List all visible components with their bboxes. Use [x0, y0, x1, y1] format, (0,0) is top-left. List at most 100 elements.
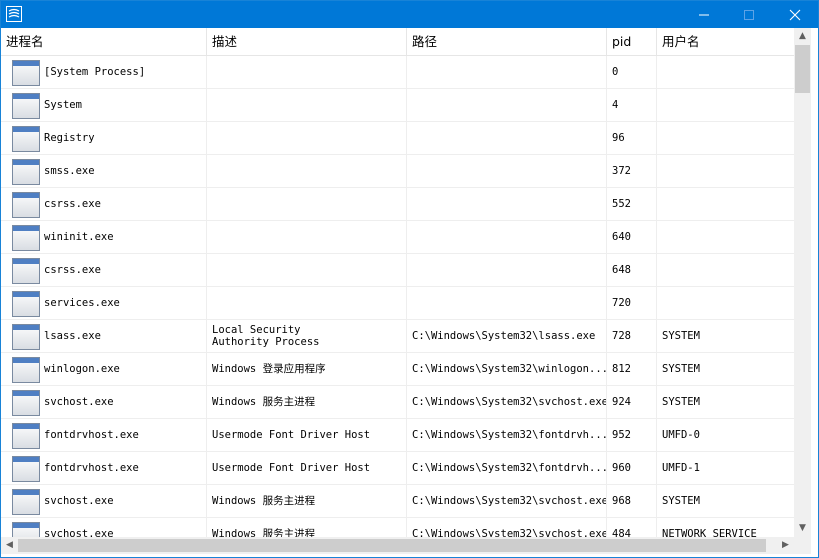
cell-pid: 372	[607, 155, 657, 187]
cell-process-name-text: lsass.exe	[44, 330, 101, 342]
cell-process-name-text: csrss.exe	[44, 264, 101, 276]
cell-description-text: Windows 服务主进程	[212, 528, 316, 537]
cell-description	[207, 188, 407, 220]
cell-process-name: winlogon.exe	[1, 353, 207, 385]
table-row[interactable]: csrss.exe 552	[1, 188, 794, 221]
process-icon	[12, 390, 40, 416]
process-manager-window: 进程名 描述 路径 pid 用户名 [System Process] 0 Syste…	[0, 0, 819, 558]
cell-process-name: lsass.exe	[1, 320, 207, 352]
cell-user	[657, 287, 794, 319]
cell-path	[407, 155, 607, 187]
cell-user: SYSTEM	[657, 485, 794, 517]
cell-pid: 728	[607, 320, 657, 352]
cell-path: C:\Windows\System32\fontdrvh...	[407, 419, 607, 451]
cell-pid: 720	[607, 287, 657, 319]
table-row[interactable]: svchost.exe Windows 服务主进程 C:\Windows\Syste…	[1, 485, 794, 518]
scroll-left-icon[interactable]: ◀	[1, 537, 18, 554]
cell-process-name: wininit.exe	[1, 221, 207, 253]
cell-process-name: fontdrvhost.exe	[1, 452, 207, 484]
cell-process-name: csrss.exe	[1, 254, 207, 286]
table-row[interactable]: fontdrvhost.exe Usermode Font Driver Host…	[1, 419, 794, 452]
process-icon	[12, 324, 40, 350]
app-icon	[6, 6, 22, 22]
column-header-pid[interactable]: pid	[607, 28, 657, 55]
cell-path-text: C:\Windows\System32\winlogon...	[412, 363, 607, 375]
table-row[interactable]: Registry 96	[1, 122, 794, 155]
table-row[interactable]: winlogon.exe Windows 登录应用程序 C:\Windows\Sys…	[1, 353, 794, 386]
table-row[interactable]: lsass.exe Local Security Authority Proces…	[1, 320, 794, 353]
table-row[interactable]: [System Process] 0	[1, 56, 794, 89]
table-row[interactable]: csrss.exe 648	[1, 254, 794, 287]
cell-path: C:\Windows\System32\svchost.exe	[407, 518, 607, 537]
process-icon	[12, 423, 40, 449]
cell-user	[657, 221, 794, 253]
cell-pid-text: 952	[612, 429, 631, 441]
cell-process-name: svchost.exe	[1, 518, 207, 537]
maximize-icon	[744, 10, 754, 20]
cell-pid-text: 960	[612, 462, 631, 474]
cell-pid-text: 96	[612, 132, 625, 144]
cell-pid-text: 552	[612, 198, 631, 210]
column-header-description[interactable]: 描述	[207, 28, 407, 55]
horizontal-scroll-thumb[interactable]	[18, 539, 766, 552]
cell-user	[657, 254, 794, 286]
cell-user: SYSTEM	[657, 320, 794, 352]
cell-description: Usermode Font Driver Host	[207, 452, 407, 484]
cell-path	[407, 56, 607, 88]
cell-process-name: System	[1, 89, 207, 121]
maximize-button[interactable]	[726, 1, 772, 28]
table-row[interactable]: wininit.exe 640	[1, 221, 794, 254]
scroll-down-icon[interactable]: ▼	[794, 520, 811, 537]
cell-user-text: SYSTEM	[662, 396, 700, 408]
horizontal-scrollbar[interactable]: ◀ ▶	[1, 537, 794, 554]
cell-description: Windows 服务主进程	[207, 518, 407, 537]
column-header-process-name[interactable]: 进程名	[1, 28, 207, 55]
process-icon	[12, 93, 40, 119]
process-icon	[12, 357, 40, 383]
minimize-icon	[699, 14, 709, 16]
cell-description	[207, 254, 407, 286]
cell-path-text: C:\Windows\System32\fontdrvh...	[412, 429, 607, 441]
cell-pid: 812	[607, 353, 657, 385]
process-icon	[12, 159, 40, 185]
table-row[interactable]: System 4	[1, 89, 794, 122]
cell-pid: 960	[607, 452, 657, 484]
title-bar[interactable]	[1, 1, 818, 28]
cell-process-name: fontdrvhost.exe	[1, 419, 207, 451]
column-header-path[interactable]: 路径	[407, 28, 607, 55]
cell-process-name-text: csrss.exe	[44, 198, 101, 210]
cell-process-name-text: fontdrvhost.exe	[44, 429, 139, 441]
table-row[interactable]: svchost.exe Windows 服务主进程 C:\Windows\Syste…	[1, 518, 794, 537]
cell-pid-text: 640	[612, 231, 631, 243]
vertical-scroll-thumb[interactable]	[795, 45, 810, 93]
cell-pid-text: 924	[612, 396, 631, 408]
minimize-button[interactable]	[681, 1, 727, 28]
scroll-right-icon[interactable]: ▶	[777, 537, 794, 554]
cell-path: C:\Windows\System32\fontdrvh...	[407, 452, 607, 484]
cell-pid: 648	[607, 254, 657, 286]
cell-path-text: C:\Windows\System32\fontdrvh...	[412, 462, 607, 474]
cell-description-text: Usermode Font Driver Host	[212, 462, 371, 474]
cell-process-name-text: smss.exe	[44, 165, 95, 177]
vertical-scrollbar[interactable]: ▲ ▼	[794, 28, 811, 537]
cell-description-text: Windows 登录应用程序	[212, 363, 326, 375]
cell-description	[207, 221, 407, 253]
cell-user-text: SYSTEM	[662, 363, 700, 375]
cell-process-name-text: svchost.exe	[44, 528, 114, 537]
scroll-up-icon[interactable]: ▲	[794, 28, 811, 45]
cell-description-text: Windows 服务主进程	[212, 495, 316, 507]
table-row[interactable]: smss.exe 372	[1, 155, 794, 188]
table-row[interactable]: fontdrvhost.exe Usermode Font Driver Host…	[1, 452, 794, 485]
process-table[interactable]: 进程名 描述 路径 pid 用户名 [System Process] 0 Syste…	[1, 28, 794, 537]
column-header-user[interactable]: 用户名	[657, 28, 794, 55]
cell-description	[207, 155, 407, 187]
process-icon	[12, 126, 40, 152]
cell-user	[657, 89, 794, 121]
cell-description: Local Security Authority Process	[207, 320, 407, 352]
table-row[interactable]: svchost.exe Windows 服务主进程 C:\Windows\Syste…	[1, 386, 794, 419]
close-button[interactable]	[772, 1, 818, 28]
cell-process-name-text: svchost.exe	[44, 495, 114, 507]
cell-process-name: [System Process]	[1, 56, 207, 88]
table-row[interactable]: services.exe 720	[1, 287, 794, 320]
scrollbar-corner	[794, 537, 811, 554]
